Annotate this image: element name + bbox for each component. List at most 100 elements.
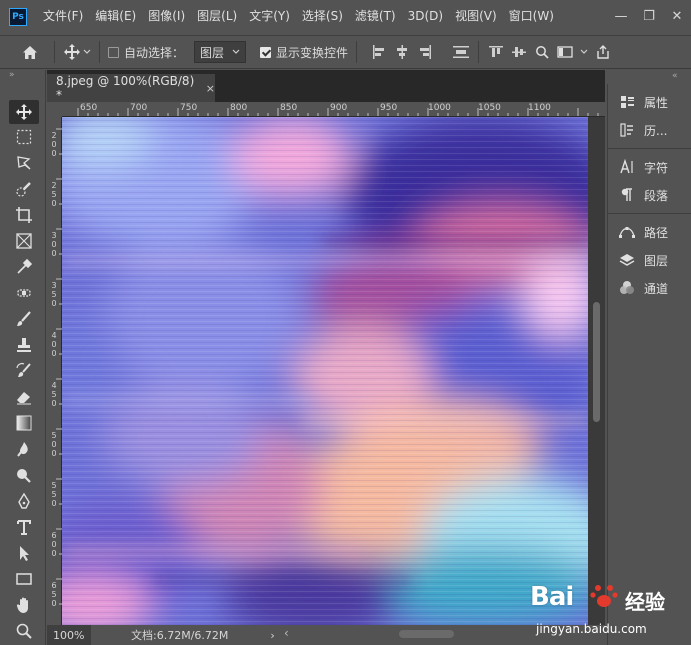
collapse-tools-icon[interactable]: » xyxy=(9,70,15,82)
panel-paragraph[interactable]: 段落 xyxy=(608,181,691,209)
watermark: Bai 经验 jingyan.baidu.com xyxy=(530,572,690,642)
blur-tool-icon[interactable] xyxy=(9,437,39,461)
panel-dock: 属性 历... 字符 段落 路径 图层 通道 xyxy=(607,84,691,645)
frame-tool-icon[interactable] xyxy=(9,229,39,253)
marquee-tool-icon[interactable] xyxy=(9,125,39,149)
image-canvas[interactable] xyxy=(62,117,588,625)
align-top-icon[interactable] xyxy=(488,44,504,60)
watermark-brand-cn: 经验 xyxy=(625,590,665,614)
workspace-icon[interactable] xyxy=(557,44,573,60)
menu-3d[interactable]: 3D(D) xyxy=(402,0,449,33)
lasso-tool-icon[interactable] xyxy=(9,151,39,175)
history-brush-tool-icon[interactable] xyxy=(9,359,39,383)
eyedropper-tool-icon[interactable] xyxy=(9,255,39,279)
panel-character[interactable]: 字符 xyxy=(608,153,691,181)
restore-button[interactable]: ❐ xyxy=(635,0,663,33)
document-area: 8.jpeg @ 100%(RGB/8) * × 650 700 750 800… xyxy=(47,70,605,645)
rectangle-tool-icon[interactable] xyxy=(9,567,39,591)
menu-items: 文件(F) 编辑(E) 图像(I) 图层(L) 文字(Y) 选择(S) 滤镜(T… xyxy=(37,0,560,33)
panel-label: 图层 xyxy=(644,253,669,268)
paw-logo-icon xyxy=(590,585,618,607)
status-menu-arrow-icon[interactable]: › xyxy=(270,629,274,642)
ruler-label: 6 5 0 xyxy=(51,581,57,608)
ruler-label: 3 0 0 xyxy=(51,231,57,258)
home-icon[interactable] xyxy=(14,35,46,69)
menu-image[interactable]: 图像(I) xyxy=(142,0,191,33)
ruler-label: 950 xyxy=(380,103,398,113)
dodge-tool-icon[interactable] xyxy=(9,463,39,487)
ruler-label: 700 xyxy=(130,103,148,113)
panel-layers[interactable]: 图层 xyxy=(608,246,691,274)
menu-edit[interactable]: 编辑(E) xyxy=(89,0,142,33)
close-button[interactable]: ✕ xyxy=(663,0,691,33)
channels-icon xyxy=(618,279,636,297)
ruler-corner[interactable] xyxy=(47,102,62,117)
crop-tool-icon[interactable] xyxy=(9,203,39,227)
panel-label: 字符 xyxy=(644,160,669,175)
ruler-label: 1100 xyxy=(528,103,551,113)
align-vcenter-icon[interactable] xyxy=(511,44,527,60)
ruler-label: 1000 xyxy=(428,103,451,113)
vertical-scrollbar[interactable] xyxy=(588,117,605,625)
scroll-left-arrow-icon[interactable]: ‹ xyxy=(284,626,289,640)
eraser-tool-icon[interactable] xyxy=(9,385,39,409)
menu-layer[interactable]: 图层(L) xyxy=(191,0,243,33)
ruler-label: 3 5 0 xyxy=(51,281,57,308)
align-hcenter-icon[interactable] xyxy=(394,44,410,60)
hand-tool-icon[interactable] xyxy=(9,593,39,617)
menu-type[interactable]: 文字(Y) xyxy=(243,0,296,33)
align-icons xyxy=(371,41,611,63)
history-icon xyxy=(618,121,636,139)
search-icon[interactable] xyxy=(534,44,550,60)
separator xyxy=(478,41,480,63)
brush-tool-icon[interactable] xyxy=(9,307,39,331)
move-tool-preset[interactable] xyxy=(63,43,91,61)
pen-tool-icon[interactable] xyxy=(9,489,39,513)
zoom-level[interactable]: 100% xyxy=(47,625,91,645)
layer-select-dropdown[interactable]: 图层 xyxy=(194,41,247,63)
align-right-icon[interactable] xyxy=(417,44,433,60)
document-tab[interactable]: 8.jpeg @ 100%(RGB/8) * × xyxy=(47,74,215,102)
panel-properties[interactable]: 属性 xyxy=(608,88,691,116)
menu-window[interactable]: 窗口(W) xyxy=(503,0,560,33)
move-tool-icon[interactable] xyxy=(9,100,39,124)
paragraph-icon xyxy=(618,186,636,204)
document-size-info[interactable]: 文档:6.72M/6.72M xyxy=(131,627,228,643)
ruler-label: 900 xyxy=(330,103,348,113)
vertical-scroll-thumb[interactable] xyxy=(593,302,600,422)
panel-label: 路径 xyxy=(644,225,669,240)
share-icon[interactable] xyxy=(595,44,611,60)
menu-view[interactable]: 视图(V) xyxy=(449,0,503,33)
close-tab-icon[interactable]: × xyxy=(206,82,215,95)
auto-select-checkbox[interactable] xyxy=(108,46,119,58)
menu-filter[interactable]: 滤镜(T) xyxy=(349,0,402,33)
ruler-label: 5 5 0 xyxy=(51,481,57,508)
panel-history[interactable]: 历... xyxy=(608,116,691,144)
path-selection-tool-icon[interactable] xyxy=(9,541,39,565)
type-tool-icon[interactable] xyxy=(9,515,39,539)
minimize-button[interactable]: — xyxy=(607,0,635,33)
panel-channels[interactable]: 通道 xyxy=(608,274,691,302)
collapse-dock-icon[interactable]: « xyxy=(672,71,678,83)
vertical-ruler[interactable]: 2 0 0 2 5 0 3 0 0 3 5 0 4 0 0 4 5 0 5 0 … xyxy=(47,117,62,625)
panel-paths[interactable]: 路径 xyxy=(608,218,691,246)
quick-selection-tool-icon[interactable] xyxy=(9,177,39,201)
separator xyxy=(99,41,100,63)
horizontal-scroll-thumb[interactable] xyxy=(399,630,454,638)
photoshop-logo-icon[interactable]: Ps xyxy=(9,7,27,26)
layers-icon xyxy=(618,251,636,269)
horizontal-ruler[interactable]: 650 700 750 800 850 900 950 1000 1050 11… xyxy=(62,102,605,117)
menu-select[interactable]: 选择(S) xyxy=(296,0,349,33)
show-transform-checkbox[interactable] xyxy=(260,46,272,58)
glitch-art-image xyxy=(62,117,588,625)
healing-brush-tool-icon[interactable] xyxy=(9,281,39,305)
menu-file[interactable]: 文件(F) xyxy=(37,0,89,33)
align-left-icon[interactable] xyxy=(371,44,387,60)
gradient-tool-icon[interactable] xyxy=(9,411,39,435)
clone-stamp-tool-icon[interactable] xyxy=(9,333,39,357)
chevron-down-icon[interactable] xyxy=(580,44,588,60)
character-icon xyxy=(618,158,636,176)
zoom-tool-icon[interactable] xyxy=(9,619,39,643)
ruler-label: 650 xyxy=(80,103,98,113)
distribute-vertical-icon[interactable] xyxy=(453,44,470,60)
